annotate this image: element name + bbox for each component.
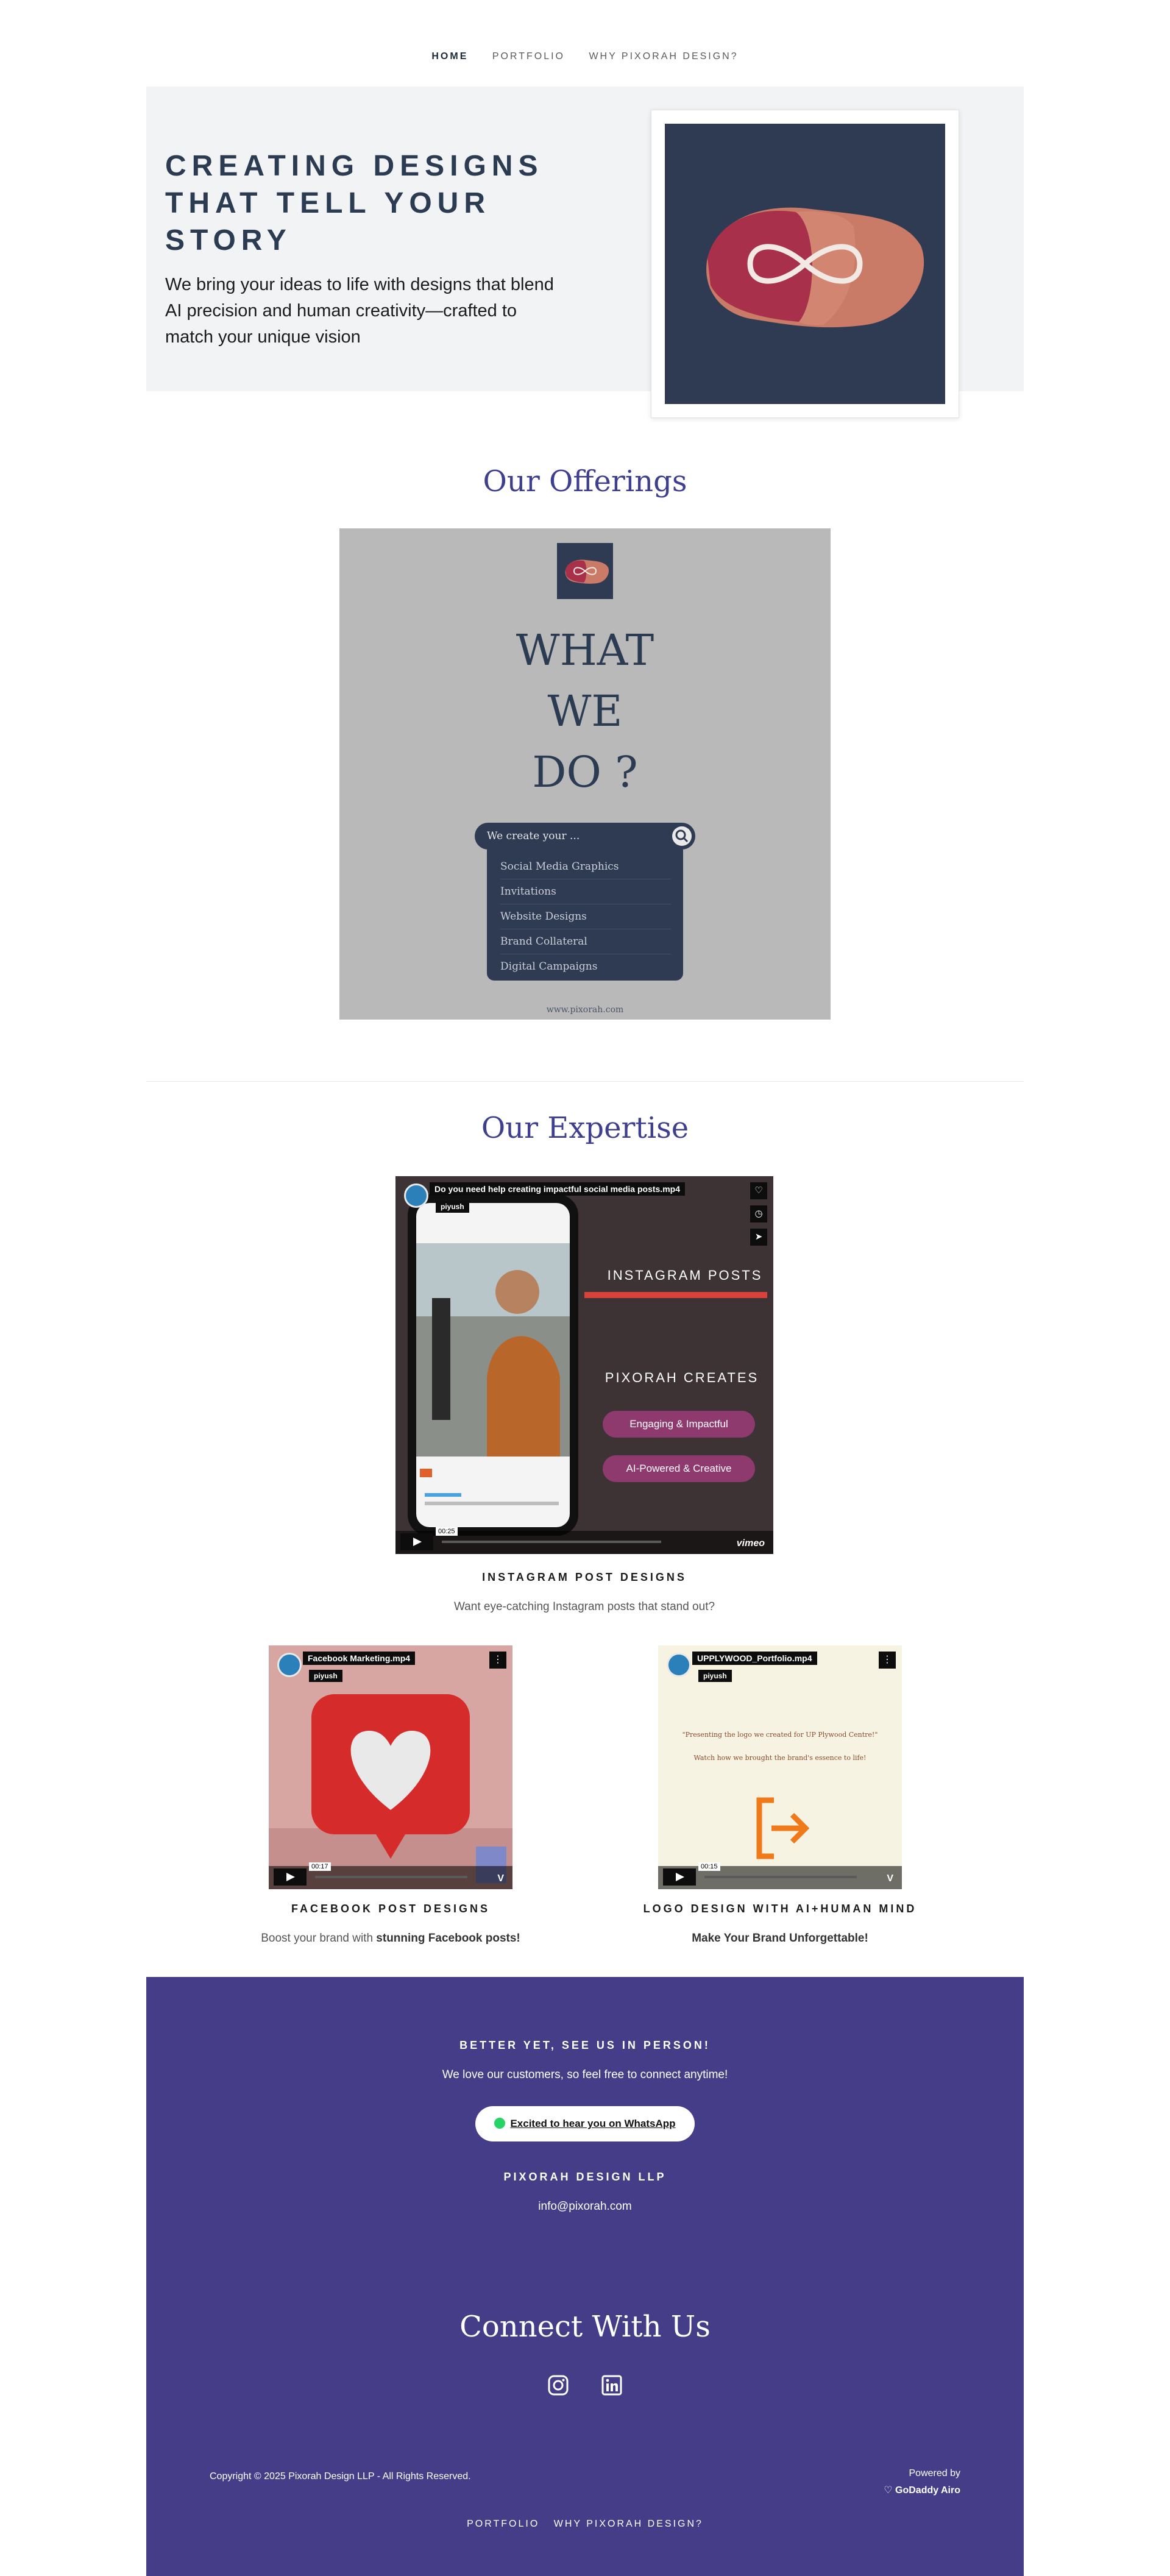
channel-avatar[interactable] (277, 1653, 302, 1677)
vimeo-logo-icon[interactable]: V (497, 1873, 504, 1884)
godaddy-logo-icon: ♡ (884, 2485, 896, 2496)
description-bold-text: Make Your Brand Unforgettable! (692, 1932, 868, 1945)
description-bold-text: stunning Facebook posts! (376, 1932, 520, 1945)
main-nav: HOME PORTFOLIO WHY PIXORAH DESIGN? (0, 51, 1170, 62)
video-overlay-text: PIXORAH CREATES (604, 1370, 759, 1385)
video-thumbnail (408, 1194, 767, 1536)
video-timestamp: 00:25 (436, 1527, 458, 1536)
list-item: Digital Campaigns (500, 960, 598, 973)
footer-heading: BETTER YET, SEE US IN PERSON! (459, 2039, 711, 2051)
video-progress-bar[interactable] (704, 1876, 857, 1878)
video-overlay-text: Engaging & Impactful (629, 1418, 728, 1430)
poster-heading: WHAT WE DO ? (339, 620, 831, 803)
offerings-title: Our Offerings (483, 464, 687, 499)
channel-avatar[interactable] (404, 1183, 428, 1208)
powered-by-label: Powered by (909, 2468, 961, 2478)
poster-search-text: We create your ... (487, 830, 580, 842)
logo-design-video-player[interactable]: "Presenting the logo we created for UP P… (658, 1645, 902, 1889)
description-text: Want eye-catching Instagram posts that s… (453, 1600, 715, 1613)
play-button[interactable] (663, 1868, 696, 1886)
logo-design-caption: LOGO DESIGN WITH AI+HUMAN MIND (643, 1903, 917, 1915)
video-overlay-text: INSTAGRAM POSTS (607, 1268, 763, 1283)
whatsapp-icon (494, 2117, 506, 2129)
video-overlay-text: AI-Powered & Creative (626, 1463, 732, 1474)
poster-logo-icon (557, 543, 613, 599)
list-item: Social Media Graphics (500, 854, 671, 879)
footer: BETTER YET, SEE US IN PERSON! We love ou… (146, 1977, 1024, 2576)
list-item: Invitations (500, 879, 671, 904)
play-button[interactable] (400, 1533, 433, 1550)
vimeo-logo-icon[interactable]: V (887, 1873, 893, 1884)
logo-design-description: Make Your Brand Unforgettable! (597, 1932, 963, 1945)
share-icon[interactable]: ➤ (750, 1229, 767, 1246)
video-user-badge[interactable]: piyush (436, 1201, 469, 1213)
social-links (146, 2374, 1024, 2396)
video-user-badge[interactable]: piyush (698, 1670, 732, 1682)
heart-icon[interactable]: ♡ (750, 1182, 767, 1199)
search-icon (672, 826, 692, 846)
channel-avatar[interactable] (667, 1653, 691, 1677)
whatsapp-button[interactable]: Excited to hear you on WhatsApp (475, 2106, 695, 2141)
play-button[interactable] (274, 1868, 307, 1886)
more-options-icon[interactable]: ⋮ (879, 1652, 896, 1669)
offerings-poster: WHAT WE DO ? We create your ... Social M… (339, 528, 831, 1020)
video-progress-bar[interactable] (315, 1876, 467, 1878)
list-item: Website Designs (500, 904, 671, 929)
description-text: Boost your brand with (261, 1932, 377, 1945)
facebook-caption: FACEBOOK POST DESIGNS (291, 1903, 491, 1915)
video-title[interactable]: Facebook Marketing.mp4 (303, 1652, 416, 1665)
video-timestamp: 00:17 (309, 1862, 331, 1871)
poster-heading-line: WE (547, 686, 623, 736)
video-title[interactable]: Do you need help creating impactful soci… (430, 1182, 685, 1196)
section-divider (146, 1081, 1024, 1082)
whatsapp-button-label: Excited to hear you on WhatsApp (510, 2118, 676, 2129)
poster-url: www.pixorah.com (546, 1005, 624, 1015)
nav-portfolio[interactable]: PORTFOLIO (492, 51, 565, 62)
video-progress-bar[interactable] (442, 1541, 661, 1543)
video-user-badge[interactable]: piyush (309, 1670, 342, 1682)
hero-subtitle: We bring your ideas to life with designs… (165, 275, 554, 347)
nav-why-pixorah[interactable]: WHY PIXORAH DESIGN? (589, 51, 738, 62)
footer-nav-why-pixorah[interactable]: WHY PIXORAH DESIGN? (554, 2519, 703, 2529)
clock-icon[interactable]: ◷ (750, 1205, 767, 1222)
instagram-icon[interactable] (547, 2374, 569, 2396)
video-overlay-text: "Presenting the logo we created for UP P… (682, 1731, 878, 1739)
facebook-description: Boost your brand with stunning Facebook … (208, 1932, 573, 1945)
copyright-text: Copyright © 2025 Pixorah Design LLP - Al… (210, 2471, 471, 2482)
list-item: Brand Collateral (500, 929, 671, 954)
infinity-logo-icon (706, 207, 924, 328)
poster-search-bar: We create your ... (475, 823, 695, 850)
powered-by-brand: GoDaddy Airo (895, 2485, 960, 2496)
video-timestamp: 00:15 (698, 1862, 720, 1871)
page: HOME PORTFOLIO WHY PIXORAH DESIGN? CREAT… (0, 0, 1170, 2576)
poster-heading-line: DO ? (532, 747, 638, 797)
expertise-title: Our Expertise (481, 1111, 689, 1145)
hero-title: CREATING DESIGNS THAT TELL YOUR STORY (165, 150, 544, 257)
footer-text: We love our customers, so feel free to c… (442, 2068, 728, 2081)
nav-home[interactable]: HOME (431, 51, 468, 62)
company-name: PIXORAH DESIGN LLP (503, 2171, 667, 2183)
instagram-description: Want eye-catching Instagram posts that s… (274, 1600, 895, 1614)
linkedin-icon[interactable] (601, 2374, 623, 2396)
video-overlay-text: Watch how we brought the brand's essence… (693, 1754, 867, 1762)
instagram-video-player[interactable]: INSTAGRAM POSTS PIXORAH CREATES Engaging… (395, 1176, 773, 1554)
email-link[interactable]: info@pixorah.com (146, 2200, 1024, 2213)
instagram-caption: INSTAGRAM POST DESIGNS (482, 1571, 687, 1583)
powered-by[interactable]: Powered by ♡ GoDaddy Airo (884, 2465, 960, 2499)
video-title[interactable]: UPPLYWOOD_Portfolio.mp4 (692, 1652, 817, 1665)
poster-heading-line: WHAT (516, 625, 654, 675)
footer-nav: PORTFOLIO WHY PIXORAH DESIGN? (146, 2519, 1024, 2530)
vimeo-logo-icon[interactable]: vimeo (737, 1538, 765, 1549)
hero-logo-art (665, 124, 945, 404)
facebook-video-player[interactable]: Facebook Marketing.mp4 piyush ⋮ 00:17 V (269, 1645, 512, 1889)
video-thumbnail (269, 1694, 512, 1889)
footer-nav-portfolio[interactable]: PORTFOLIO (467, 2519, 539, 2529)
exit-arrow-icon (756, 1797, 810, 1859)
hero-image-frame (651, 110, 959, 418)
connect-title: Connect With Us (459, 2310, 711, 2344)
more-options-icon[interactable]: ⋮ (489, 1652, 506, 1669)
poster-service-list: Social Media Graphics Invitations Websit… (487, 850, 683, 981)
